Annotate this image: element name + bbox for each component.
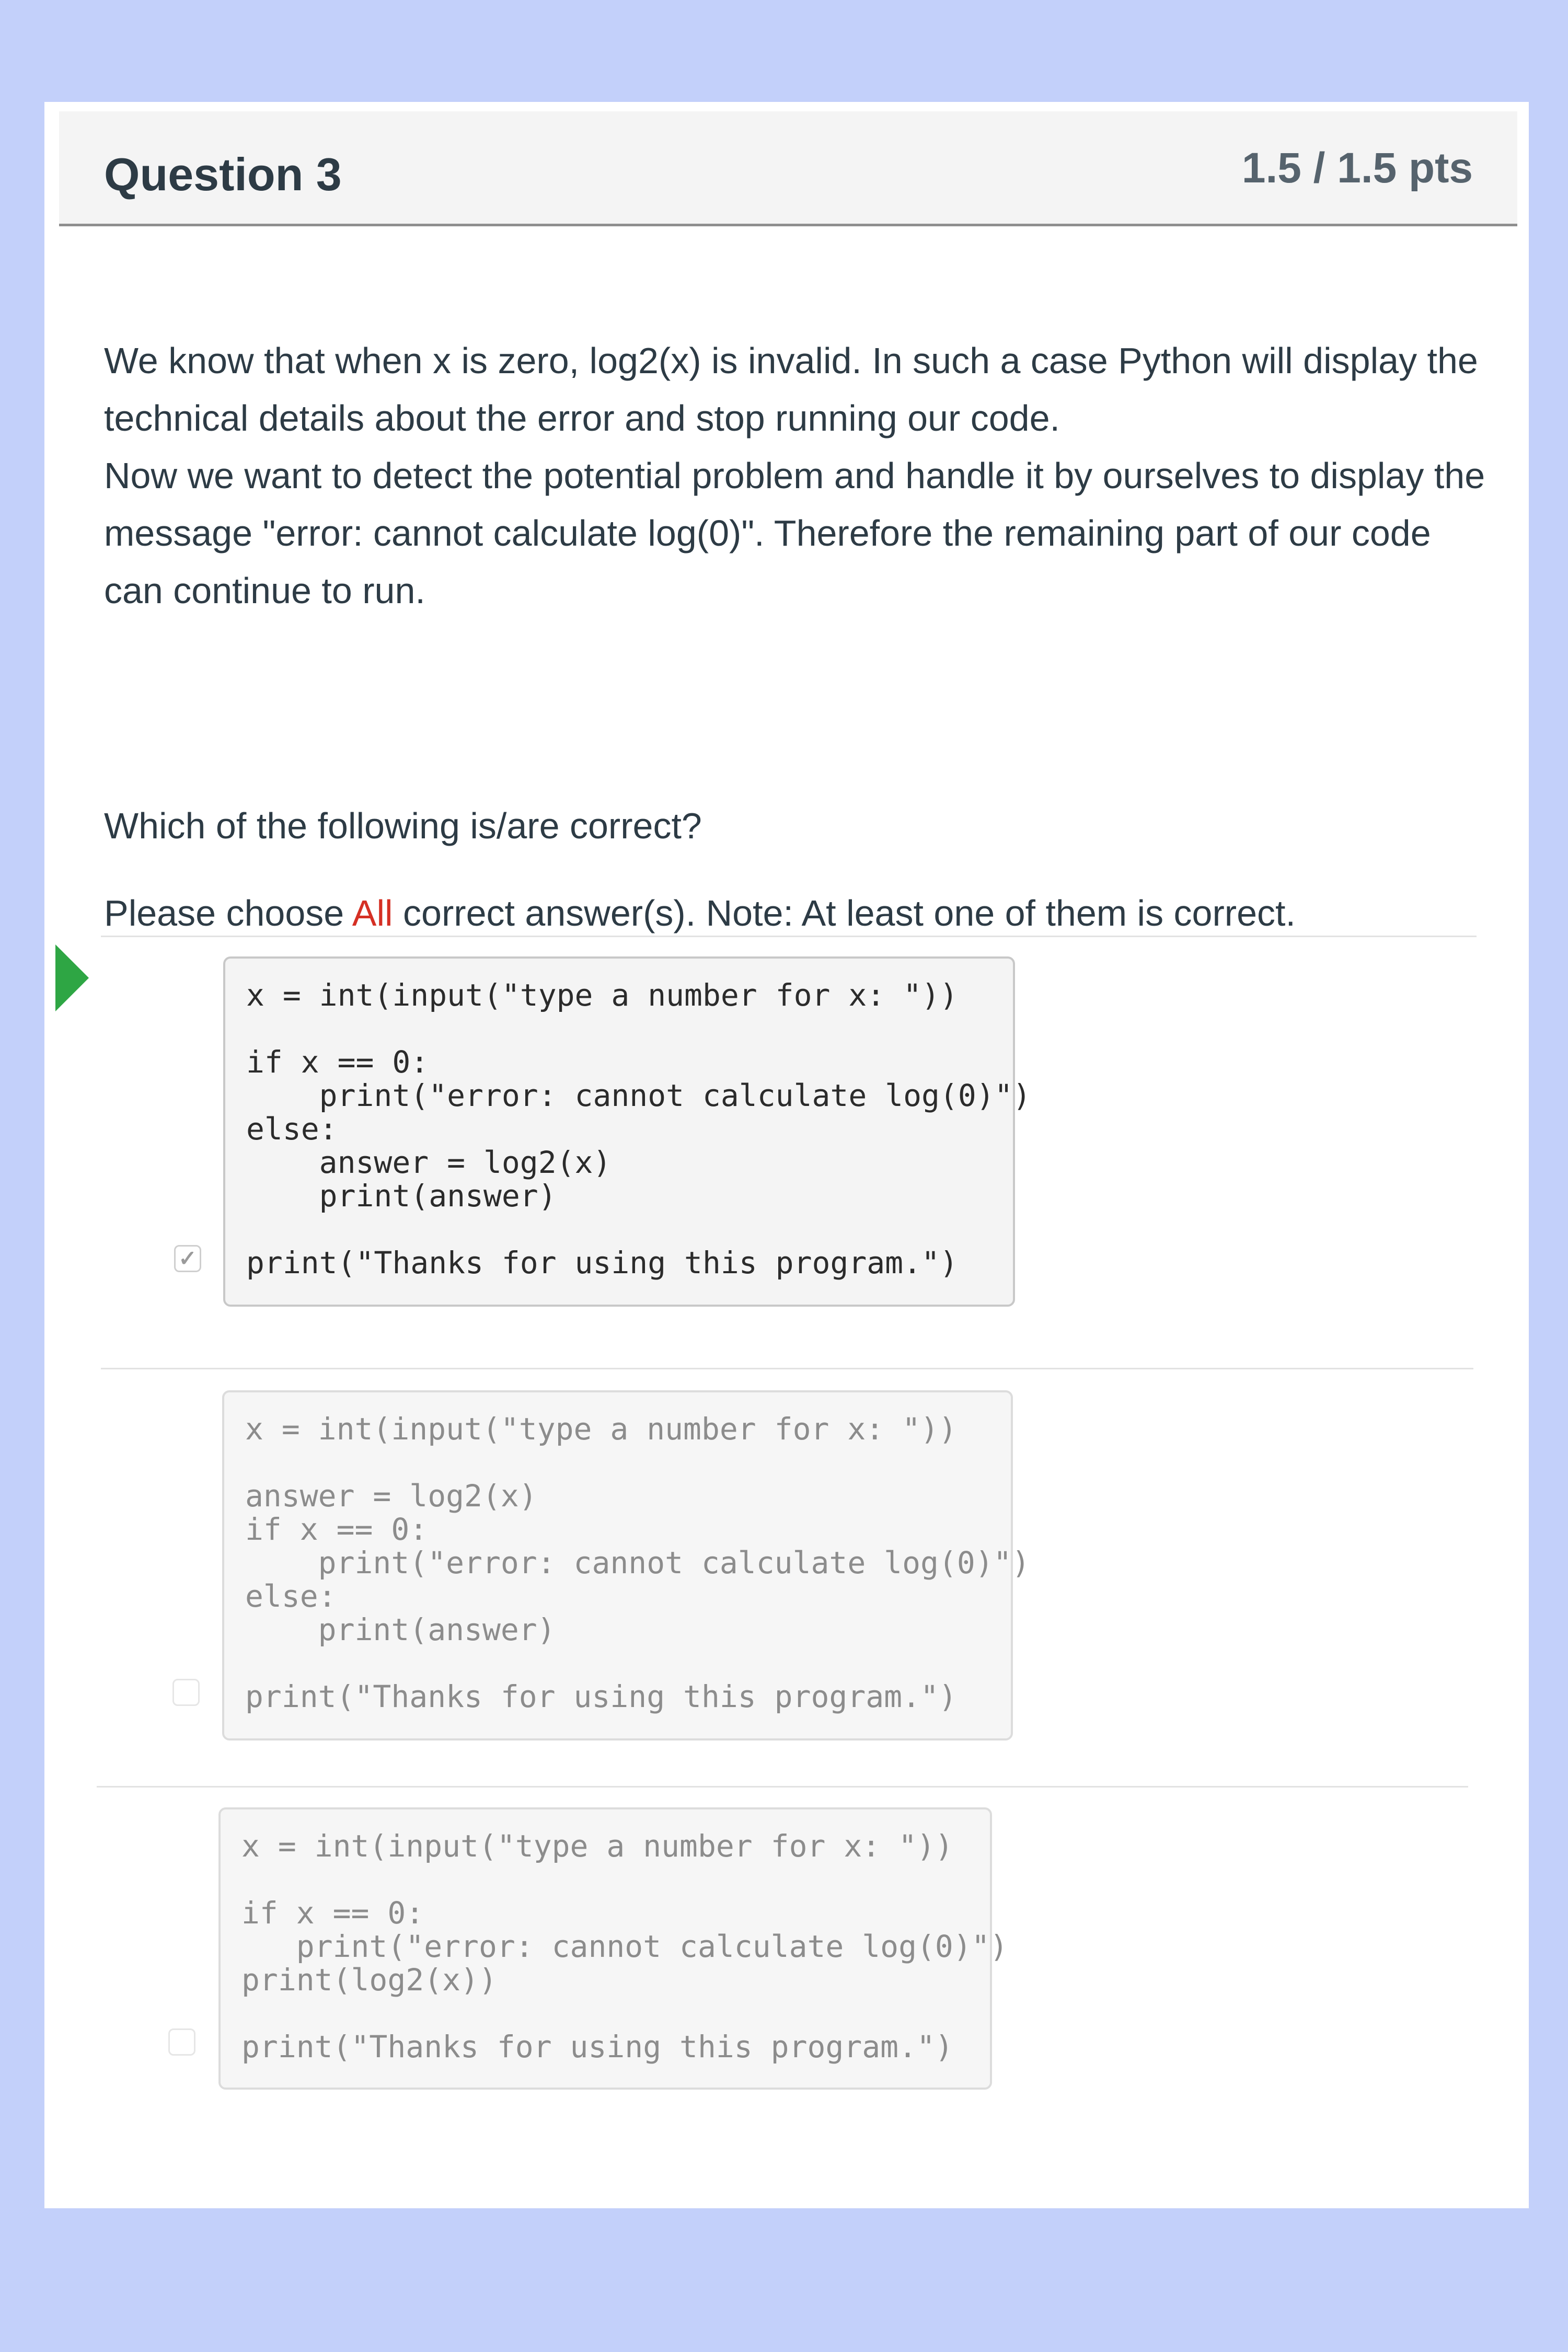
question-title: Question 3: [104, 148, 342, 200]
answer-3-code-block: x = int(input("type a number for x: ")) …: [218, 1807, 1008, 2090]
instruction-suffix: correct answer(s). Note: At least one of…: [393, 893, 1296, 933]
answer-3-checkbox[interactable]: [168, 2028, 195, 2056]
answer-1-checkbox[interactable]: ✓: [174, 1245, 201, 1272]
answer-3-code: x = int(input("type a number for x: ")) …: [241, 1828, 1008, 2065]
answer-divider: [97, 1786, 1468, 1788]
question-paragraph-2: Now we want to detect the potential prob…: [104, 455, 1485, 611]
answer-2-checkbox[interactable]: [172, 1679, 200, 1706]
question-points: 1.5 / 1.5 pts: [1241, 144, 1473, 192]
answer-1-code: x = int(input("type a number for x: ")) …: [246, 977, 1031, 1281]
instruction-highlight: All: [352, 893, 393, 933]
answer-divider: [101, 1368, 1473, 1369]
answer-2-code-block: x = int(input("type a number for x: ")) …: [222, 1390, 1030, 1740]
question-card: Question 3 1.5 / 1.5 pts We know that wh…: [44, 102, 1529, 2208]
answer-2-code: x = int(input("type a number for x: ")) …: [245, 1411, 1030, 1714]
question-text: We know that when x is zero, log2(x) is …: [104, 332, 1494, 619]
question-instruction: Please choose All correct answer(s). Not…: [104, 892, 1296, 934]
correct-answer-arrow-icon: [55, 944, 89, 1011]
answer-divider: [101, 936, 1477, 937]
question-prompt: Which of the following is/are correct?: [104, 805, 702, 846]
answer-1-code-block: x = int(input("type a number for x: ")) …: [223, 956, 1031, 1307]
instruction-prefix: Please choose: [104, 893, 352, 933]
checkmark-icon: ✓: [178, 1246, 197, 1271]
question-paragraph-1: We know that when x is zero, log2(x) is …: [104, 340, 1478, 439]
question-header: Question 3 1.5 / 1.5 pts: [59, 111, 1517, 226]
